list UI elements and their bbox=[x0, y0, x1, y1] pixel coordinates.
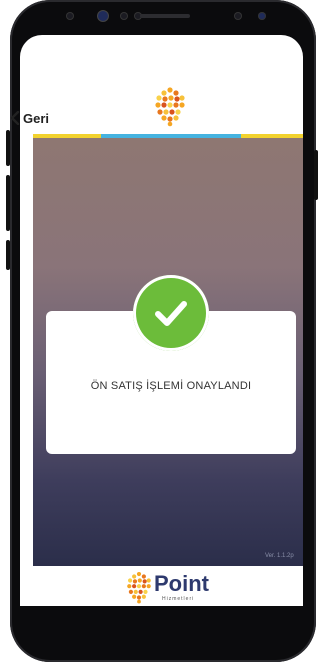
chevron-left-icon bbox=[10, 111, 20, 125]
brand-subtitle: Hizmetleri bbox=[162, 596, 195, 602]
sensor-dot bbox=[66, 12, 74, 20]
confirmation-message: ÖN SATIŞ İŞLEMİ ONAYLANDI bbox=[90, 380, 252, 392]
iris-led bbox=[258, 12, 266, 20]
bixby-button bbox=[6, 240, 10, 270]
sensor-dot bbox=[120, 12, 128, 20]
success-badge bbox=[133, 275, 209, 351]
version-label: Ver. 1.1.2p bbox=[265, 553, 294, 559]
point-logo-icon bbox=[155, 87, 185, 127]
phone-bottom-bezel bbox=[20, 606, 303, 631]
volume-up-button bbox=[6, 130, 10, 166]
back-label: Geri bbox=[23, 110, 50, 126]
checkmark-icon bbox=[155, 301, 187, 326]
front-camera-icon bbox=[98, 11, 108, 21]
power-button bbox=[314, 150, 318, 200]
earpiece-speaker bbox=[140, 14, 190, 18]
brand-name: Point bbox=[154, 571, 209, 596]
iris-scanner bbox=[234, 12, 242, 20]
volume-down-button bbox=[6, 175, 10, 231]
point-logo-icon bbox=[127, 571, 151, 604]
back-button[interactable]: Geri bbox=[10, 108, 49, 128]
